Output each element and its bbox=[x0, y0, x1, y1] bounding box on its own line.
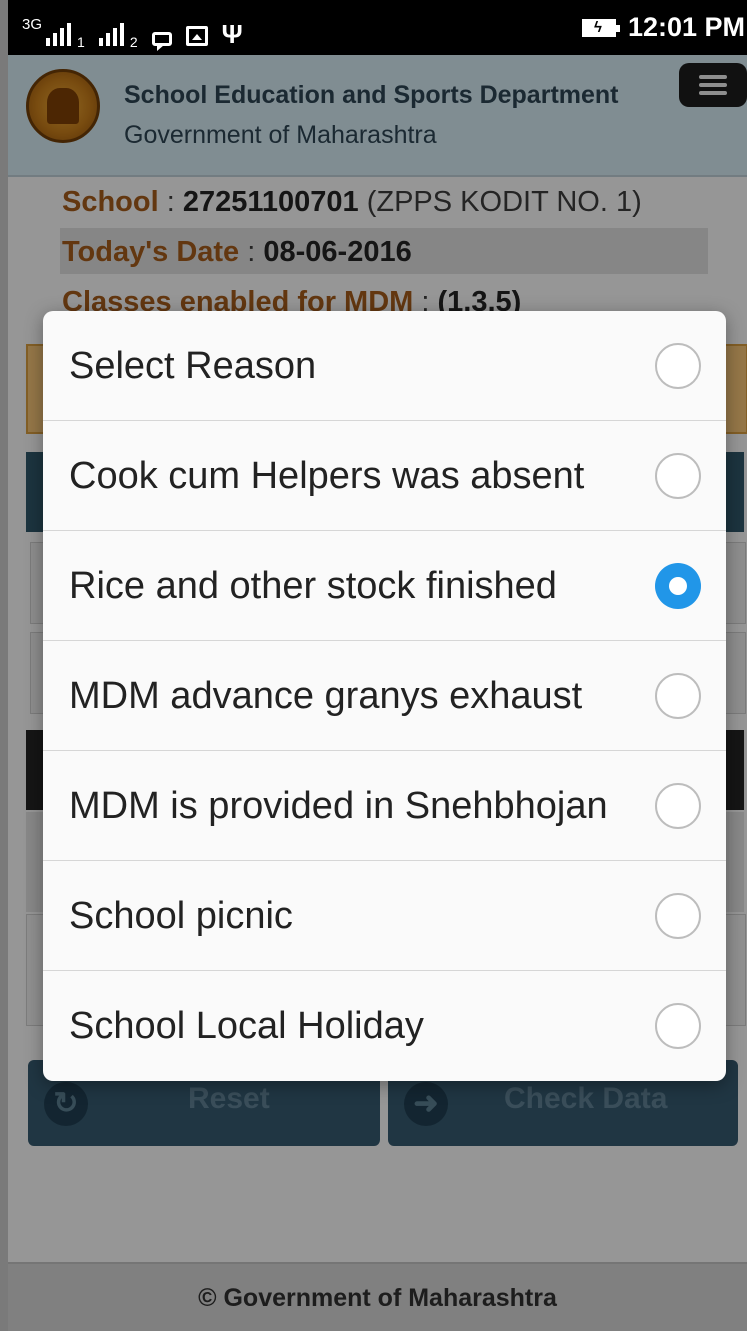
sim2-label: 2 bbox=[129, 34, 138, 50]
radio-checked-icon[interactable] bbox=[655, 562, 701, 609]
radio-unchecked-icon[interactable] bbox=[655, 342, 701, 389]
option-local-holiday[interactable]: School Local Holiday bbox=[43, 971, 726, 1081]
status-bar: 3G 1 2 Ψ ϟ 12:01 PM bbox=[8, 0, 747, 55]
radio-unchecked-icon[interactable] bbox=[655, 452, 701, 499]
option-grants-exhaust[interactable]: MDM advance granys exhaust bbox=[43, 641, 726, 751]
option-label: School Local Holiday bbox=[69, 1005, 424, 1047]
option-label: Rice and other stock finished bbox=[69, 564, 557, 607]
radio-unchecked-icon[interactable] bbox=[655, 1003, 701, 1049]
sim1-label: 1 bbox=[77, 34, 85, 50]
app-screen: 3G 1 2 Ψ ϟ 12:01 PM School Education and… bbox=[8, 0, 747, 1331]
signal-icon bbox=[98, 22, 124, 46]
option-label: MDM is provided in Snehbhojan bbox=[69, 784, 608, 827]
option-school-picnic[interactable]: School picnic bbox=[43, 861, 726, 971]
message-icon bbox=[151, 32, 172, 51]
radio-unchecked-icon[interactable] bbox=[655, 782, 701, 829]
option-snehbhojan[interactable]: MDM is provided in Snehbhojan bbox=[43, 751, 726, 861]
clock: 12:01 PM bbox=[627, 12, 745, 42]
radio-unchecked-icon[interactable] bbox=[655, 892, 701, 939]
network-type: 3G bbox=[22, 16, 43, 33]
status-right: ϟ 12:01 PM bbox=[581, 12, 745, 43]
option-label: Cook cum Helpers was absent bbox=[69, 454, 585, 497]
option-stock-finished[interactable]: Rice and other stock finished bbox=[43, 531, 726, 641]
option-label: School picnic bbox=[69, 894, 293, 937]
option-label: Select Reason bbox=[69, 344, 317, 387]
usb-icon: Ψ bbox=[221, 19, 243, 49]
signal-icon bbox=[46, 22, 72, 46]
status-left: 3G 1 2 Ψ bbox=[22, 10, 243, 51]
battery-charging-icon: ϟ bbox=[581, 18, 620, 37]
radio-unchecked-icon[interactable] bbox=[655, 672, 701, 719]
option-label: MDM advance granys exhaust bbox=[69, 674, 583, 717]
reason-dialog: Select Reason Cook cum Helpers was absen… bbox=[43, 311, 726, 1081]
image-icon bbox=[185, 26, 208, 46]
option-select-reason[interactable]: Select Reason bbox=[43, 311, 726, 421]
option-cook-absent[interactable]: Cook cum Helpers was absent bbox=[43, 421, 726, 531]
